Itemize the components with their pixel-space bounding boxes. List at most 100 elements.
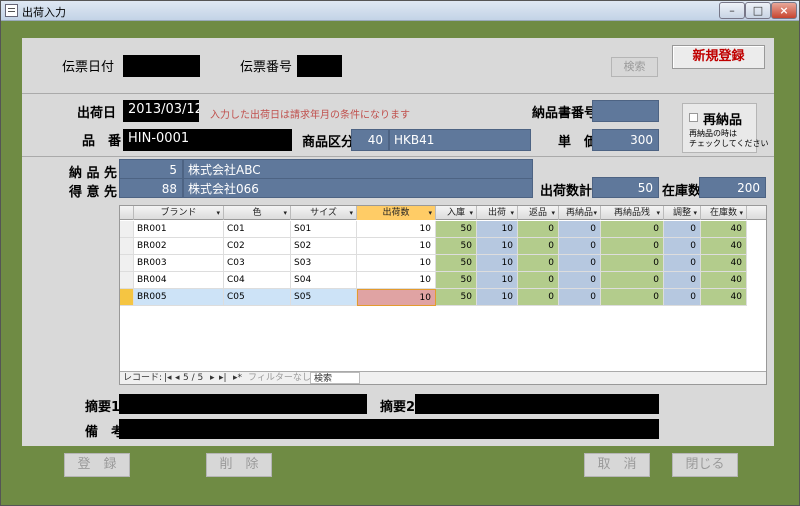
grid-cell[interactable]: BR003 xyxy=(134,255,224,272)
filter-dropdown-icon[interactable]: ▾ xyxy=(216,206,220,220)
grid-cell[interactable]: 50 xyxy=(436,238,477,255)
filter-dropdown-icon[interactable]: ▾ xyxy=(283,206,287,220)
grid-cell[interactable]: S04 xyxy=(291,272,357,289)
grid-cell[interactable]: C05 xyxy=(224,289,291,306)
grid-cell[interactable]: 40 xyxy=(701,238,747,255)
column-header[interactable]: 出荷 ▾ xyxy=(477,206,518,220)
cancel-button[interactable]: 取 消 xyxy=(584,453,650,477)
grid-search-input[interactable]: 検索 xyxy=(310,372,360,384)
grid-cell[interactable]: S02 xyxy=(291,238,357,255)
filter-dropdown-icon[interactable]: ▾ xyxy=(428,206,432,220)
category-code-field[interactable]: 40 xyxy=(351,129,389,151)
column-header[interactable]: 再納品 ▾ xyxy=(559,206,601,220)
delete-button[interactable]: 削 除 xyxy=(206,453,272,477)
slip-date-field[interactable] xyxy=(123,55,200,77)
table-row[interactable]: BR002 C02 S02 10 50 10 0 0 0 0 40 xyxy=(120,238,766,255)
grid-cell[interactable]: BR005 xyxy=(134,289,224,306)
grid-cell[interactable]: 0 xyxy=(518,238,559,255)
close-button[interactable]: 閉じる xyxy=(672,453,738,477)
grid-cell[interactable]: 10 xyxy=(477,221,518,238)
slip-no-field[interactable] xyxy=(297,55,342,77)
prev-record-icon[interactable]: ◂ xyxy=(175,372,180,384)
delivery-to-name-field[interactable]: 株式会社ABC xyxy=(183,159,533,179)
grid-cell[interactable]: 0 xyxy=(518,289,559,306)
table-row[interactable]: BR005 C05 S05 10 50 10 0 0 0 0 40 xyxy=(120,289,766,306)
grid-cell[interactable]: 50 xyxy=(436,289,477,306)
grid-cell[interactable]: 0 xyxy=(664,221,701,238)
table-row[interactable]: BR004 C04 S04 10 50 10 0 0 0 0 40 xyxy=(120,272,766,289)
filter-dropdown-icon[interactable]: ▾ xyxy=(593,206,597,220)
grid-cell[interactable]: 50 xyxy=(436,221,477,238)
grid-cell[interactable]: S01 xyxy=(291,221,357,238)
grid-cell[interactable]: 10 xyxy=(477,238,518,255)
maximize-button[interactable]: □ xyxy=(745,2,771,19)
grid-cell[interactable]: 0 xyxy=(559,221,601,238)
grid-cell[interactable]: 10 xyxy=(357,221,436,238)
grid-cell[interactable]: 0 xyxy=(664,255,701,272)
grid-cell[interactable]: C03 xyxy=(224,255,291,272)
grid-cell[interactable]: 40 xyxy=(701,255,747,272)
column-header[interactable]: 色 ▾ xyxy=(224,206,291,220)
first-record-icon[interactable]: |◂ xyxy=(164,372,172,384)
customer-name-field[interactable]: 株式会社066 xyxy=(183,178,533,198)
column-header[interactable]: 在庫数 ▾ xyxy=(701,206,747,220)
grid-cell[interactable]: BR004 xyxy=(134,272,224,289)
grid-cell[interactable]: BR001 xyxy=(134,221,224,238)
column-header[interactable]: 再納品残 ▾ xyxy=(601,206,664,220)
grid-cell[interactable]: 0 xyxy=(559,255,601,272)
row-selector[interactable] xyxy=(120,289,134,306)
row-selector[interactable] xyxy=(120,272,134,289)
redelivery-checkbox[interactable] xyxy=(689,113,698,122)
memo2-field[interactable] xyxy=(415,394,659,414)
column-header[interactable]: 入庫 ▾ xyxy=(436,206,477,220)
row-selector[interactable] xyxy=(120,255,134,272)
new-record-icon[interactable]: ▸* xyxy=(233,372,242,384)
row-selector[interactable] xyxy=(120,221,134,238)
search-button[interactable]: 検索 xyxy=(611,57,658,77)
product-no-field[interactable]: HIN-0001 xyxy=(123,129,292,151)
grid-cell[interactable]: 10 xyxy=(357,255,436,272)
grid-cell[interactable]: S03 xyxy=(291,255,357,272)
filter-dropdown-icon[interactable]: ▾ xyxy=(656,206,660,220)
row-selector[interactable] xyxy=(120,238,134,255)
filter-dropdown-icon[interactable]: ▾ xyxy=(739,206,743,220)
filter-dropdown-icon[interactable]: ▾ xyxy=(693,206,697,220)
grid-cell[interactable]: 0 xyxy=(601,221,664,238)
grid-cell[interactable]: 50 xyxy=(436,272,477,289)
grid-cell[interactable]: 0 xyxy=(559,238,601,255)
next-record-icon[interactable]: ▸ xyxy=(210,372,215,384)
remarks-field[interactable] xyxy=(119,419,659,439)
grid-cell[interactable]: 40 xyxy=(701,289,747,306)
grid-cell[interactable]: 40 xyxy=(701,272,747,289)
grid-cell[interactable]: C02 xyxy=(224,238,291,255)
grid-cell[interactable]: 0 xyxy=(601,238,664,255)
column-header[interactable]: サイズ ▾ xyxy=(291,206,357,220)
row-selector-header[interactable] xyxy=(120,206,134,220)
filter-status[interactable]: フィルターなし xyxy=(248,372,311,384)
grid-cell[interactable]: 10 xyxy=(357,238,436,255)
grid-cell[interactable]: 10 xyxy=(357,289,436,306)
grid-cell[interactable]: C04 xyxy=(224,272,291,289)
memo1-field[interactable] xyxy=(119,394,367,414)
grid-cell[interactable]: 10 xyxy=(477,255,518,272)
unit-price-field[interactable]: 300 xyxy=(592,129,659,151)
grid-cell[interactable]: 0 xyxy=(559,272,601,289)
filter-dropdown-icon[interactable]: ▾ xyxy=(510,206,514,220)
grid-cell[interactable]: 0 xyxy=(664,238,701,255)
grid-cell[interactable]: 10 xyxy=(477,272,518,289)
grid-cell[interactable]: 10 xyxy=(477,289,518,306)
grid-cell[interactable]: C01 xyxy=(224,221,291,238)
filter-dropdown-icon[interactable]: ▾ xyxy=(551,206,555,220)
grid-cell[interactable]: 0 xyxy=(601,289,664,306)
filter-dropdown-icon[interactable]: ▾ xyxy=(469,206,473,220)
record-position[interactable]: 5 / 5 xyxy=(183,372,203,384)
grid-cell[interactable]: S05 xyxy=(291,289,357,306)
grid-cell[interactable]: 0 xyxy=(601,272,664,289)
ship-date-field[interactable]: 2013/03/12 xyxy=(123,100,199,122)
column-header[interactable]: 調整 ▾ xyxy=(664,206,701,220)
delivery-to-code-field[interactable]: 5 xyxy=(119,159,183,179)
grid-cell[interactable]: 10 xyxy=(357,272,436,289)
filter-dropdown-icon[interactable]: ▾ xyxy=(349,206,353,220)
grid-cell[interactable]: 50 xyxy=(436,255,477,272)
grid-cell[interactable]: 40 xyxy=(701,221,747,238)
